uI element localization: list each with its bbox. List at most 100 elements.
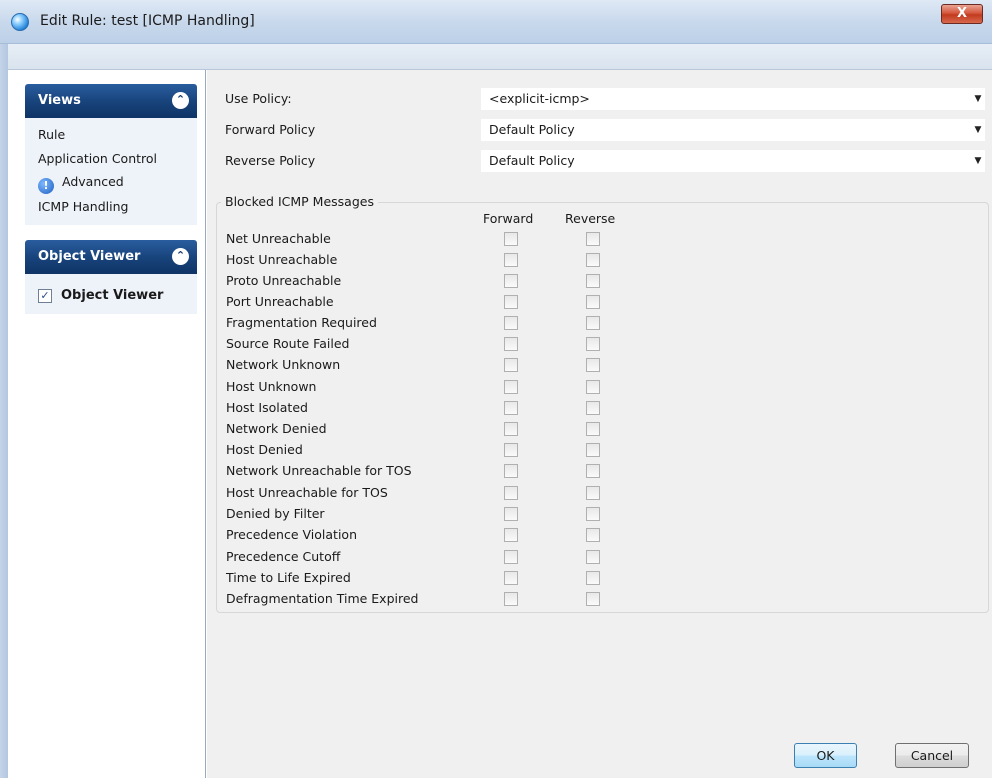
reverse-checkbox[interactable] — [586, 380, 600, 394]
forward-checkbox[interactable] — [504, 295, 518, 309]
icmp-row: Host Unreachable — [217, 251, 990, 272]
forward-checkbox[interactable] — [504, 337, 518, 351]
reverse-checkbox[interactable] — [586, 528, 600, 542]
nav-item-icmp-handling[interactable]: ICMP Handling — [38, 199, 128, 214]
icmp-row-label: Port Unreachable — [226, 294, 334, 309]
reverse-policy-label: Reverse Policy — [225, 153, 316, 168]
toolbar-strip — [8, 44, 992, 70]
forward-checkbox[interactable] — [504, 422, 518, 436]
left-nav: Views ⌃ Rule Application Control ! Advanc… — [8, 70, 206, 778]
nav-item-advanced-label: Advanced — [62, 174, 124, 189]
forward-checkbox[interactable] — [504, 253, 518, 267]
reverse-checkbox[interactable] — [586, 550, 600, 564]
forward-checkbox[interactable] — [504, 528, 518, 542]
reverse-checkbox[interactable] — [586, 507, 600, 521]
icmp-row-label: Host Unknown — [226, 379, 317, 394]
reverse-checkbox[interactable] — [586, 253, 600, 267]
icmp-row-label: Net Unreachable — [226, 231, 331, 246]
forward-checkbox[interactable] — [504, 316, 518, 330]
reverse-checkbox[interactable] — [586, 401, 600, 415]
reverse-checkbox[interactable] — [586, 592, 600, 606]
icmp-row-label: Host Unreachable for TOS — [226, 485, 388, 500]
icmp-row-label: Denied by Filter — [226, 506, 325, 521]
icmp-row-label: Precedence Violation — [226, 527, 357, 542]
close-button[interactable]: X — [941, 4, 983, 24]
reverse-checkbox[interactable] — [586, 337, 600, 351]
collapse-up-icon[interactable]: ⌃ — [172, 248, 189, 265]
dropdown-arrow-icon: ▼ — [974, 156, 982, 166]
icmp-row-label: Network Unreachable for TOS — [226, 463, 412, 478]
icmp-row-label: Proto Unreachable — [226, 273, 342, 288]
reverse-policy-value: Default Policy — [489, 153, 575, 168]
window-title: Edit Rule: test [ICMP Handling] — [40, 13, 255, 29]
main-panel: Use Policy: <explicit-icmp> ▼ Forward Po… — [207, 70, 992, 778]
dropdown-arrow-icon: ▼ — [974, 125, 982, 135]
icmp-row: Host Unknown — [217, 378, 990, 399]
icmp-row: Port Unreachable — [217, 293, 990, 314]
object-viewer-panel-header[interactable]: Object Viewer ⌃ — [25, 240, 197, 274]
nav-item-application-control[interactable]: Application Control — [38, 151, 157, 166]
icmp-row: Precedence Violation — [217, 526, 990, 547]
object-viewer-checkbox[interactable]: ✓ — [38, 289, 52, 303]
cancel-button[interactable]: Cancel — [895, 743, 969, 768]
reverse-checkbox[interactable] — [586, 464, 600, 478]
blocked-icmp-group: Blocked ICMP Messages Forward Reverse Ne… — [216, 194, 990, 613]
forward-checkbox[interactable] — [504, 380, 518, 394]
views-panel-header[interactable]: Views ⌃ — [25, 84, 197, 118]
object-viewer-checkbox-label: Object Viewer — [61, 288, 164, 303]
window-frame — [0, 44, 8, 778]
icmp-row: Defragmentation Time Expired — [217, 590, 990, 611]
title-bar: Edit Rule: test [ICMP Handling] X — [0, 0, 992, 44]
reverse-policy-select[interactable]: Default Policy ▼ — [481, 150, 985, 172]
forward-checkbox[interactable] — [504, 550, 518, 564]
icmp-row: Precedence Cutoff — [217, 548, 990, 569]
forward-checkbox[interactable] — [504, 464, 518, 478]
icmp-row-label: Defragmentation Time Expired — [226, 591, 419, 606]
forward-checkbox[interactable] — [504, 571, 518, 585]
icmp-row: Host Isolated — [217, 399, 990, 420]
forward-checkbox[interactable] — [504, 358, 518, 372]
reverse-checkbox[interactable] — [586, 358, 600, 372]
reverse-checkbox[interactable] — [586, 232, 600, 246]
forward-checkbox[interactable] — [504, 232, 518, 246]
forward-policy-select[interactable]: Default Policy ▼ — [481, 119, 985, 141]
blocked-icmp-title: Blocked ICMP Messages — [221, 194, 378, 209]
icmp-row-label: Network Denied — [226, 421, 327, 436]
icmp-row-label: Host Unreachable — [226, 252, 338, 267]
reverse-checkbox[interactable] — [586, 422, 600, 436]
reverse-checkbox[interactable] — [586, 316, 600, 330]
reverse-checkbox[interactable] — [586, 274, 600, 288]
reverse-checkbox[interactable] — [586, 443, 600, 457]
icmp-row: Net Unreachable — [217, 230, 990, 251]
forward-checkbox[interactable] — [504, 507, 518, 521]
icmp-row: Proto Unreachable — [217, 272, 990, 293]
forward-policy-label: Forward Policy — [225, 122, 316, 137]
icmp-row: Time to Life Expired — [217, 569, 990, 590]
forward-checkbox[interactable] — [504, 401, 518, 415]
use-policy-select[interactable]: <explicit-icmp> ▼ — [481, 88, 985, 110]
forward-column-header: Forward — [483, 211, 534, 226]
icmp-row-label: Precedence Cutoff — [226, 549, 341, 564]
icmp-row-label: Network Unknown — [226, 357, 341, 372]
collapse-up-icon[interactable]: ⌃ — [172, 92, 189, 109]
nav-item-advanced[interactable]: ! Advanced — [38, 174, 124, 194]
use-policy-value: <explicit-icmp> — [489, 91, 590, 106]
icmp-row-label: Time to Life Expired — [226, 570, 351, 585]
forward-checkbox[interactable] — [504, 274, 518, 288]
icmp-row-label: Host Denied — [226, 442, 303, 457]
forward-checkbox[interactable] — [504, 486, 518, 500]
app-globe-icon — [11, 13, 29, 31]
views-panel-body: Rule Application Control ! Advanced ICMP … — [25, 118, 197, 225]
icmp-row: Network Unreachable for TOS — [217, 462, 990, 483]
reverse-column-header: Reverse — [565, 211, 616, 226]
reverse-checkbox[interactable] — [586, 295, 600, 309]
forward-checkbox[interactable] — [504, 443, 518, 457]
forward-checkbox[interactable] — [504, 592, 518, 606]
nav-item-rule[interactable]: Rule — [38, 127, 65, 142]
icmp-row: Host Unreachable for TOS — [217, 484, 990, 505]
ok-button[interactable]: OK — [794, 743, 857, 768]
icmp-row: Network Unknown — [217, 356, 990, 377]
reverse-checkbox[interactable] — [586, 571, 600, 585]
icmp-row-label: Source Route Failed — [226, 336, 350, 351]
reverse-checkbox[interactable] — [586, 486, 600, 500]
